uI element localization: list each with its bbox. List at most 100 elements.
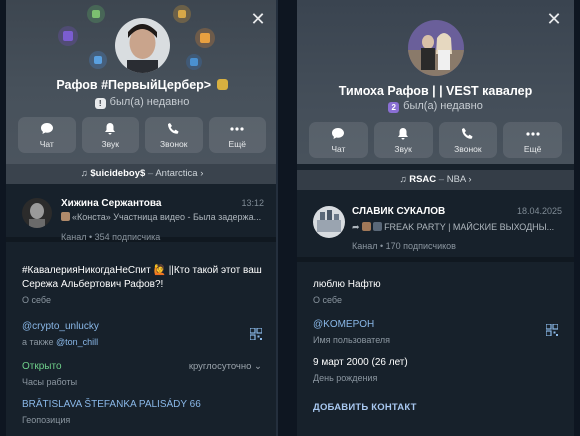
sound-button[interactable]: Звук <box>81 117 139 153</box>
more-button[interactable]: Ещё <box>503 122 562 158</box>
channel-post-preview: «Конста» Участница видео - Была задержа.… <box>61 212 268 222</box>
close-icon[interactable]: ✕ <box>546 10 562 28</box>
profile-panel-left: ✕ Рафов #ПервыйЦербер> ! был(а) недавно Ч… <box>6 0 278 436</box>
username-item[interactable]: @crypto_unlucky а также @ton_chill <box>22 320 262 347</box>
emoji-status-icon[interactable] <box>216 79 228 90</box>
gift-icon <box>200 33 210 43</box>
status-badge: 2 <box>388 102 400 113</box>
gift-icon <box>92 10 100 18</box>
bio-item[interactable]: люблю Нафтю О себе <box>313 278 558 305</box>
username-link[interactable]: @crypto_unlucky <box>22 320 262 334</box>
channel-subscriber-count: Канал • 354 подписчика <box>61 232 161 242</box>
close-icon[interactable]: ✕ <box>250 10 266 28</box>
avatar[interactable] <box>115 18 170 73</box>
post-thumbnail <box>373 222 383 231</box>
channel-post-preview: ➦ FREAK PARTY | МАЙСКИЕ ВЫХОДНЫ... <box>352 222 564 233</box>
username-label: Имя пользователя <box>313 335 391 345</box>
profile-name-text: Рафов #ПервыйЦербер> <box>56 78 212 92</box>
avatar[interactable] <box>408 20 464 76</box>
call-button-label: Звонок <box>454 143 482 154</box>
personal-channel-card[interactable]: Хижина Сержантова 13:12 «Конста» Участни… <box>6 186 278 242</box>
hours-value: круглосуточно <box>188 361 252 372</box>
secondary-username-link[interactable]: @ton_chill <box>56 337 98 347</box>
hours-dropdown[interactable]: круглосуточно ⌄ <box>189 361 262 372</box>
bio-label: О себе <box>313 295 342 305</box>
sound-button-label: Звук <box>101 138 119 149</box>
music-separator: – <box>438 174 445 185</box>
channel-last-post-time: 13:12 <box>241 198 264 208</box>
bell-icon <box>395 127 411 141</box>
profile-name: Тимоха Рафов | | VEST кавалер <box>338 84 533 98</box>
hours-label: Часы работы <box>22 377 78 387</box>
call-button[interactable]: Звонок <box>438 122 498 158</box>
bell-icon <box>102 122 118 136</box>
status-badge: ! <box>94 98 106 109</box>
sound-button-label: Звук <box>394 143 412 154</box>
chevron-right-icon: › <box>468 174 472 185</box>
birthday-item[interactable]: 9 март 2000 (26 лет) День рождения <box>313 356 558 383</box>
chat-button-label: Чат <box>39 138 54 149</box>
more-button-label: Ещё <box>523 143 542 154</box>
username-also: а также @ton_chill <box>22 337 262 347</box>
qr-code-icon[interactable] <box>546 324 558 336</box>
location-link[interactable]: BRĀTISLAVA ŠTEFANKA PALISÁDY 66 <box>22 398 262 412</box>
last-seen-text: был(а) недавно <box>109 96 190 108</box>
phone-icon <box>166 122 182 136</box>
more-button-label: Ещё <box>228 138 246 149</box>
music-track: Antarctica <box>155 168 198 179</box>
gift-icon <box>63 31 73 41</box>
profile-status: ! был(а) недавно <box>6 96 278 109</box>
more-icon <box>525 127 541 141</box>
channel-avatar <box>313 206 345 238</box>
music-separator: – <box>147 168 154 179</box>
post-thumbnail <box>61 212 70 221</box>
chevron-down-icon: ⌄ <box>254 361 262 372</box>
location-item[interactable]: BRĀTISLAVA ŠTEFANKA PALISÁDY 66 Геопозиц… <box>22 398 262 425</box>
channel-title: СЛАВИК СУКАЛОВ <box>352 206 446 217</box>
channel-avatar <box>22 198 52 228</box>
music-artist: $uicideboy$ <box>90 168 146 179</box>
music-artist: RSAC <box>409 174 437 185</box>
music-track: NBA <box>446 174 466 185</box>
chat-button[interactable]: Чат <box>18 117 76 153</box>
chat-icon <box>330 127 346 141</box>
profile-music-bar[interactable]: ♫ $uicideboy$ – Antarctica › <box>6 164 278 184</box>
sound-button[interactable]: Звук <box>373 122 433 158</box>
profile-name: Рафов #ПервыйЦербер> <box>6 78 278 92</box>
qr-code-icon[interactable] <box>250 328 262 340</box>
action-bar: Чат Звук Звонок Ещё <box>18 117 266 153</box>
channel-preview-text: FREAK PARTY | МАЙСКИЕ ВЫХОДНЫ... <box>384 222 555 232</box>
call-button[interactable]: Звонок <box>145 117 203 153</box>
channel-preview-text: «Конста» Участница видео - Была задержа.… <box>72 212 262 222</box>
username-link[interactable]: @KOMEPOH <box>313 318 558 332</box>
birthday-label: День рождения <box>313 373 378 383</box>
bio-text: #КавалерияНикогдаНеСпит 🙋 ||Кто такой эт… <box>22 265 262 290</box>
action-bar: Чат Звук Звонок Ещё <box>309 122 562 158</box>
also-prefix: а также <box>22 337 56 347</box>
profile-panel-right: ✕ Тимоха Рафов | | VEST кавалер 2 был(а) … <box>297 0 574 436</box>
call-button-label: Звонок <box>160 138 188 149</box>
profile-info-list: люблю Нафтю О себе @KOMEPOH Имя пользова… <box>297 268 574 436</box>
add-contact-button[interactable]: ДОБАВИТЬ КОНТАКТ <box>313 402 417 413</box>
profile-info-list: #КавалерияНикогдаНеСпит 🙋 ||Кто такой эт… <box>6 248 278 436</box>
forward-icon: ➦ <box>352 222 360 232</box>
bio-item[interactable]: #КавалерияНикогдаНеСпит 🙋 ||Кто такой эт… <box>22 264 262 305</box>
chat-button[interactable]: Чат <box>309 122 368 158</box>
post-thumbnail <box>362 222 372 231</box>
bio-label: О себе <box>22 295 51 305</box>
last-seen-text: был(а) недавно <box>403 100 483 112</box>
profile-status: 2 был(а) недавно <box>297 100 574 113</box>
profile-header: ✕ Тимоха Рафов | | VEST кавалер 2 был(а) … <box>297 0 574 164</box>
personal-channel-card[interactable]: СЛАВИК СУКАЛОВ 18.04.2025 ➦ FREAK PARTY … <box>297 196 574 262</box>
chevron-right-icon: › <box>200 168 204 179</box>
username-item[interactable]: @KOMEPOH Имя пользователя <box>313 318 558 345</box>
more-icon <box>229 122 245 136</box>
music-note-icon: ♫ <box>80 168 88 179</box>
channel-last-post-time: 18.04.2025 <box>516 206 562 216</box>
more-button[interactable]: Ещё <box>208 117 266 153</box>
profile-music-bar[interactable]: ♫ RSAC – NBA › <box>297 170 574 190</box>
chat-icon <box>39 122 55 136</box>
birthday-value: 9 март 2000 (26 лет) <box>313 357 408 368</box>
channel-title: Хижина Сержантова <box>61 198 162 209</box>
music-note-icon: ♫ <box>399 174 407 185</box>
